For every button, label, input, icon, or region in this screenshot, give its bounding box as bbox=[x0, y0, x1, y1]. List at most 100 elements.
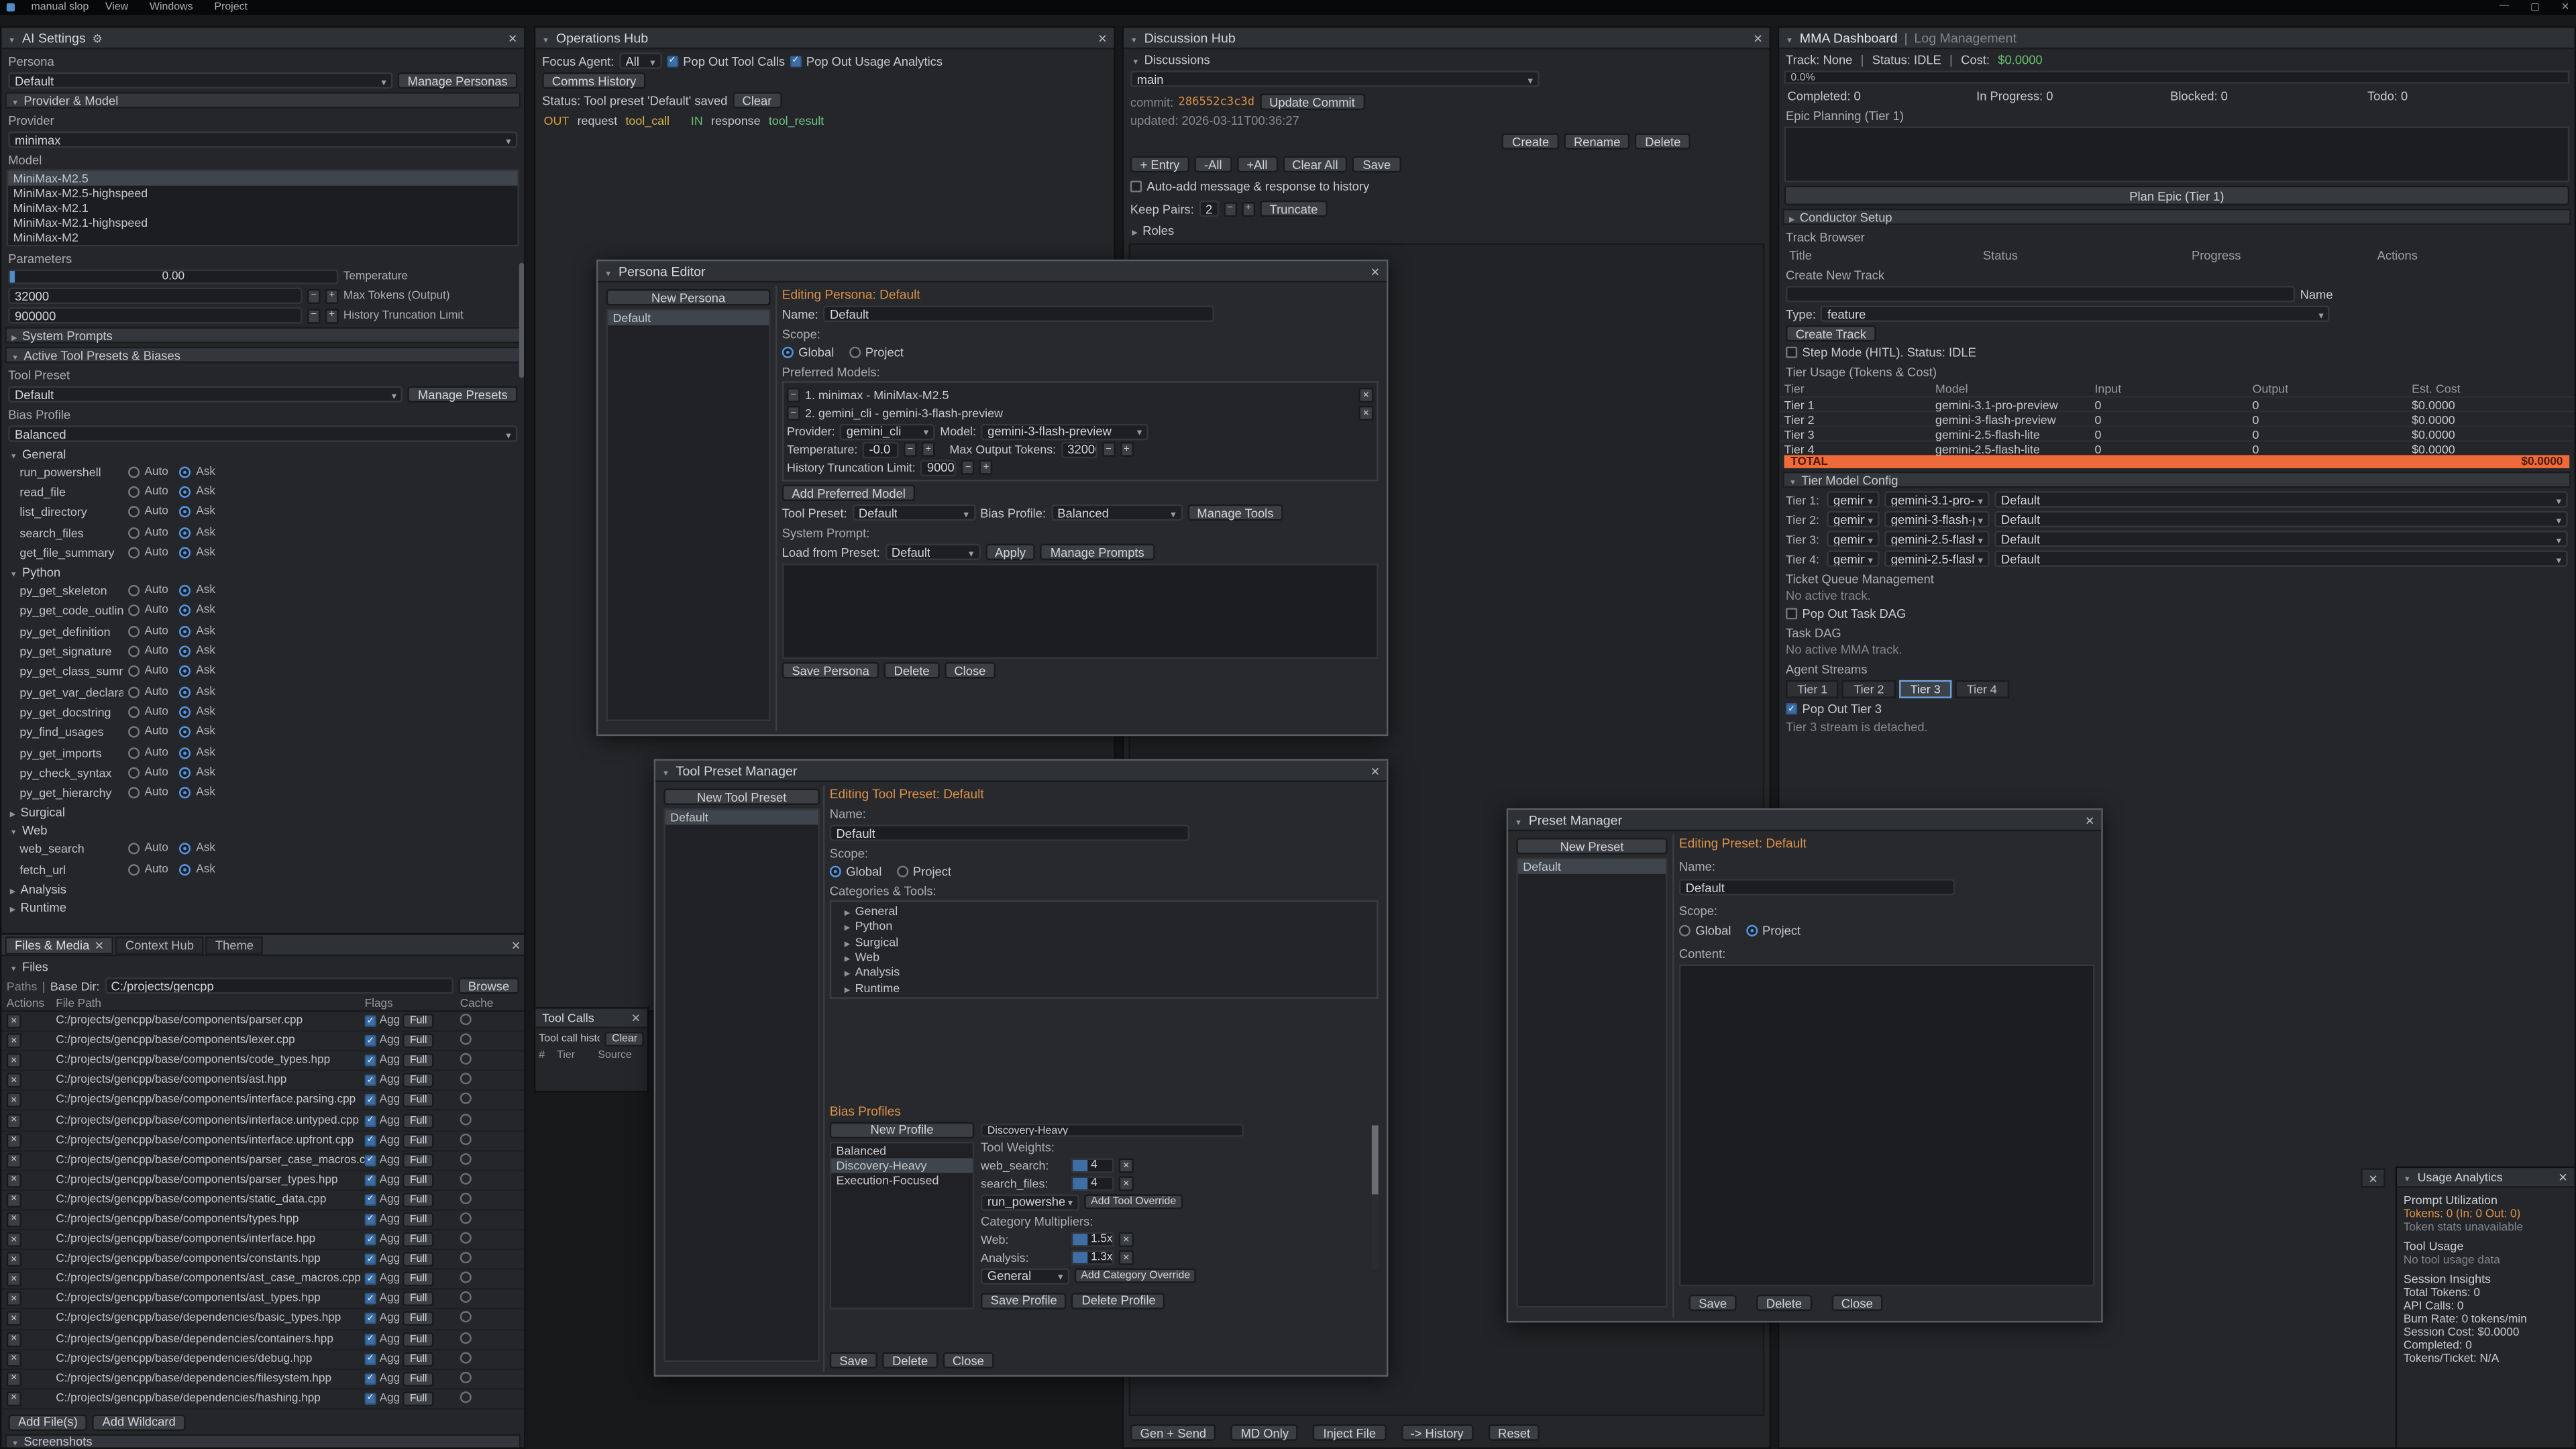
tool-preset-select[interactable]: Default bbox=[852, 504, 975, 521]
agg-checkbox[interactable] bbox=[365, 1274, 376, 1285]
cache-indicator[interactable] bbox=[460, 1113, 472, 1124]
tool-preset-select[interactable]: Default bbox=[8, 386, 403, 402]
collapse-icon[interactable] bbox=[662, 763, 669, 778]
new-persona-button[interactable]: New Persona bbox=[606, 289, 771, 305]
tier-model-select[interactable]: gemini-3.1-pro-preview bbox=[1884, 491, 1990, 507]
epic-planning-textarea[interactable] bbox=[1784, 127, 2570, 182]
ask-radio[interactable] bbox=[180, 843, 191, 855]
decrement-button[interactable] bbox=[307, 288, 321, 303]
discussions-section[interactable]: Discussions bbox=[1124, 51, 1769, 67]
ask-radio[interactable] bbox=[180, 686, 191, 698]
new-preset-button[interactable]: New Preset bbox=[1516, 838, 1667, 854]
full-button[interactable]: Full bbox=[403, 1014, 433, 1028]
temperature-slider[interactable]: 0.00 bbox=[8, 270, 338, 284]
full-button[interactable]: Full bbox=[403, 1152, 433, 1167]
auto-radio[interactable] bbox=[128, 625, 140, 637]
inject-file-button[interactable]: Inject File bbox=[1313, 1424, 1386, 1440]
save-button[interactable]: Save bbox=[1689, 1295, 1737, 1311]
delete-discussion-button[interactable]: Delete bbox=[1635, 133, 1691, 149]
files-section[interactable]: Files bbox=[1, 958, 524, 974]
pm-provider-select[interactable]: gemini_cli bbox=[840, 423, 935, 439]
agg-checkbox[interactable] bbox=[365, 1214, 376, 1226]
preset-list-item[interactable]: Default bbox=[1518, 859, 1666, 874]
minimize-button[interactable]: — bbox=[2500, 1, 2510, 13]
add-preferred-model-button[interactable]: Add Preferred Model bbox=[782, 484, 916, 500]
active-presets-section[interactable]: Active Tool Presets & Biases bbox=[5, 347, 521, 363]
remove-file-button[interactable] bbox=[7, 1272, 21, 1287]
delete-profile-button[interactable]: Delete Profile bbox=[1072, 1293, 1166, 1309]
preset-name-input[interactable]: Default bbox=[830, 824, 1189, 841]
ask-radio[interactable] bbox=[180, 506, 191, 518]
tier-preset-select[interactable]: Default bbox=[1994, 491, 2568, 507]
agg-checkbox[interactable] bbox=[365, 1353, 376, 1364]
pm-model-select[interactable]: gemini-3-flash-preview bbox=[981, 423, 1148, 439]
cache-indicator[interactable] bbox=[460, 1212, 472, 1224]
model-option[interactable]: MiniMax-M2 bbox=[8, 230, 517, 245]
collapse-all-button[interactable]: -All bbox=[1194, 156, 1232, 172]
close-button[interactable]: Close bbox=[1831, 1295, 1882, 1311]
agg-checkbox[interactable] bbox=[365, 1313, 376, 1325]
ask-radio[interactable] bbox=[180, 747, 191, 758]
category-row[interactable]: General bbox=[831, 904, 1377, 919]
full-button[interactable]: Full bbox=[403, 1173, 433, 1187]
close-icon[interactable] bbox=[1371, 763, 1380, 778]
auto-radio[interactable] bbox=[128, 787, 140, 798]
auto-radio[interactable] bbox=[128, 686, 140, 698]
clear-status-button[interactable]: Clear bbox=[733, 92, 782, 108]
profile-name-input[interactable]: Discovery-Heavy bbox=[981, 1124, 1244, 1138]
conductor-setup-section[interactable]: Conductor Setup bbox=[1782, 209, 2571, 225]
full-button[interactable]: Full bbox=[403, 1391, 433, 1406]
weight-input[interactable]: 4 bbox=[1071, 1177, 1114, 1191]
expand-all-button[interactable]: +All bbox=[1237, 156, 1278, 172]
category-row[interactable]: Python bbox=[831, 919, 1377, 934]
remove-file-button[interactable] bbox=[7, 1133, 21, 1148]
add-tool-override-button[interactable]: Add Tool Override bbox=[1084, 1195, 1183, 1210]
to-history-button[interactable]: -> History bbox=[1401, 1424, 1473, 1440]
truncate-button[interactable]: Truncate bbox=[1260, 201, 1328, 217]
ask-radio[interactable] bbox=[180, 527, 191, 538]
close-icon[interactable] bbox=[1371, 264, 1380, 278]
ask-radio[interactable] bbox=[180, 727, 191, 738]
auto-radio[interactable] bbox=[128, 706, 140, 718]
menu-item[interactable]: Windows bbox=[150, 1, 193, 13]
stream-tab[interactable]: Tier 4 bbox=[1955, 680, 2008, 698]
close-icon[interactable] bbox=[511, 937, 521, 952]
remove-file-button[interactable] bbox=[7, 1193, 21, 1208]
plan-epic-button[interactable]: Plan Epic (Tier 1) bbox=[1784, 186, 2570, 205]
ask-radio[interactable] bbox=[180, 706, 191, 718]
new-profile-button[interactable]: New Profile bbox=[830, 1122, 975, 1138]
tier-provider-select[interactable]: gemini bbox=[1827, 531, 1879, 547]
ask-radio[interactable] bbox=[180, 585, 191, 596]
tier-preset-select[interactable]: Default bbox=[1994, 550, 2568, 566]
model-option[interactable]: MiniMax-M2.1-highspeed bbox=[8, 215, 517, 230]
tab-files-media[interactable]: Files & Media bbox=[5, 936, 113, 954]
agg-checkbox[interactable] bbox=[365, 1333, 376, 1344]
collapse-icon[interactable] bbox=[604, 264, 612, 278]
cache-indicator[interactable] bbox=[460, 1352, 472, 1363]
tab-log-management[interactable]: Log Management bbox=[1914, 30, 2016, 45]
cache-indicator[interactable] bbox=[460, 1193, 472, 1204]
agg-checkbox[interactable] bbox=[365, 1194, 376, 1205]
decrement-button[interactable] bbox=[904, 442, 917, 457]
content-textarea[interactable] bbox=[1679, 965, 2095, 1287]
tier-preset-select[interactable]: Default bbox=[1994, 511, 2568, 527]
collapse-icon[interactable] bbox=[1786, 30, 1793, 45]
remove-file-button[interactable] bbox=[7, 1332, 21, 1346]
ask-radio[interactable] bbox=[180, 625, 191, 637]
keep-pairs-input[interactable]: 2 bbox=[1199, 201, 1218, 217]
category-override-select[interactable]: General bbox=[981, 1268, 1069, 1284]
max-tokens-input[interactable]: 32000 bbox=[8, 288, 302, 304]
auto-radio[interactable] bbox=[128, 666, 140, 678]
provider-select[interactable]: minimax bbox=[8, 131, 517, 148]
agg-checkbox[interactable] bbox=[365, 1175, 376, 1186]
auto-radio[interactable] bbox=[128, 605, 140, 616]
close-icon[interactable] bbox=[2368, 1171, 2377, 1185]
ask-radio[interactable] bbox=[180, 466, 191, 478]
category-row[interactable]: Runtime bbox=[831, 980, 1377, 996]
agg-checkbox[interactable] bbox=[365, 1234, 376, 1245]
close-button[interactable]: Close bbox=[943, 1352, 994, 1368]
group-web[interactable]: Web bbox=[1, 822, 524, 839]
remove-multiplier-button[interactable] bbox=[1119, 1250, 1134, 1265]
group-python[interactable]: Python bbox=[1, 564, 524, 580]
bias-profile-select[interactable]: Balanced bbox=[1051, 504, 1182, 521]
